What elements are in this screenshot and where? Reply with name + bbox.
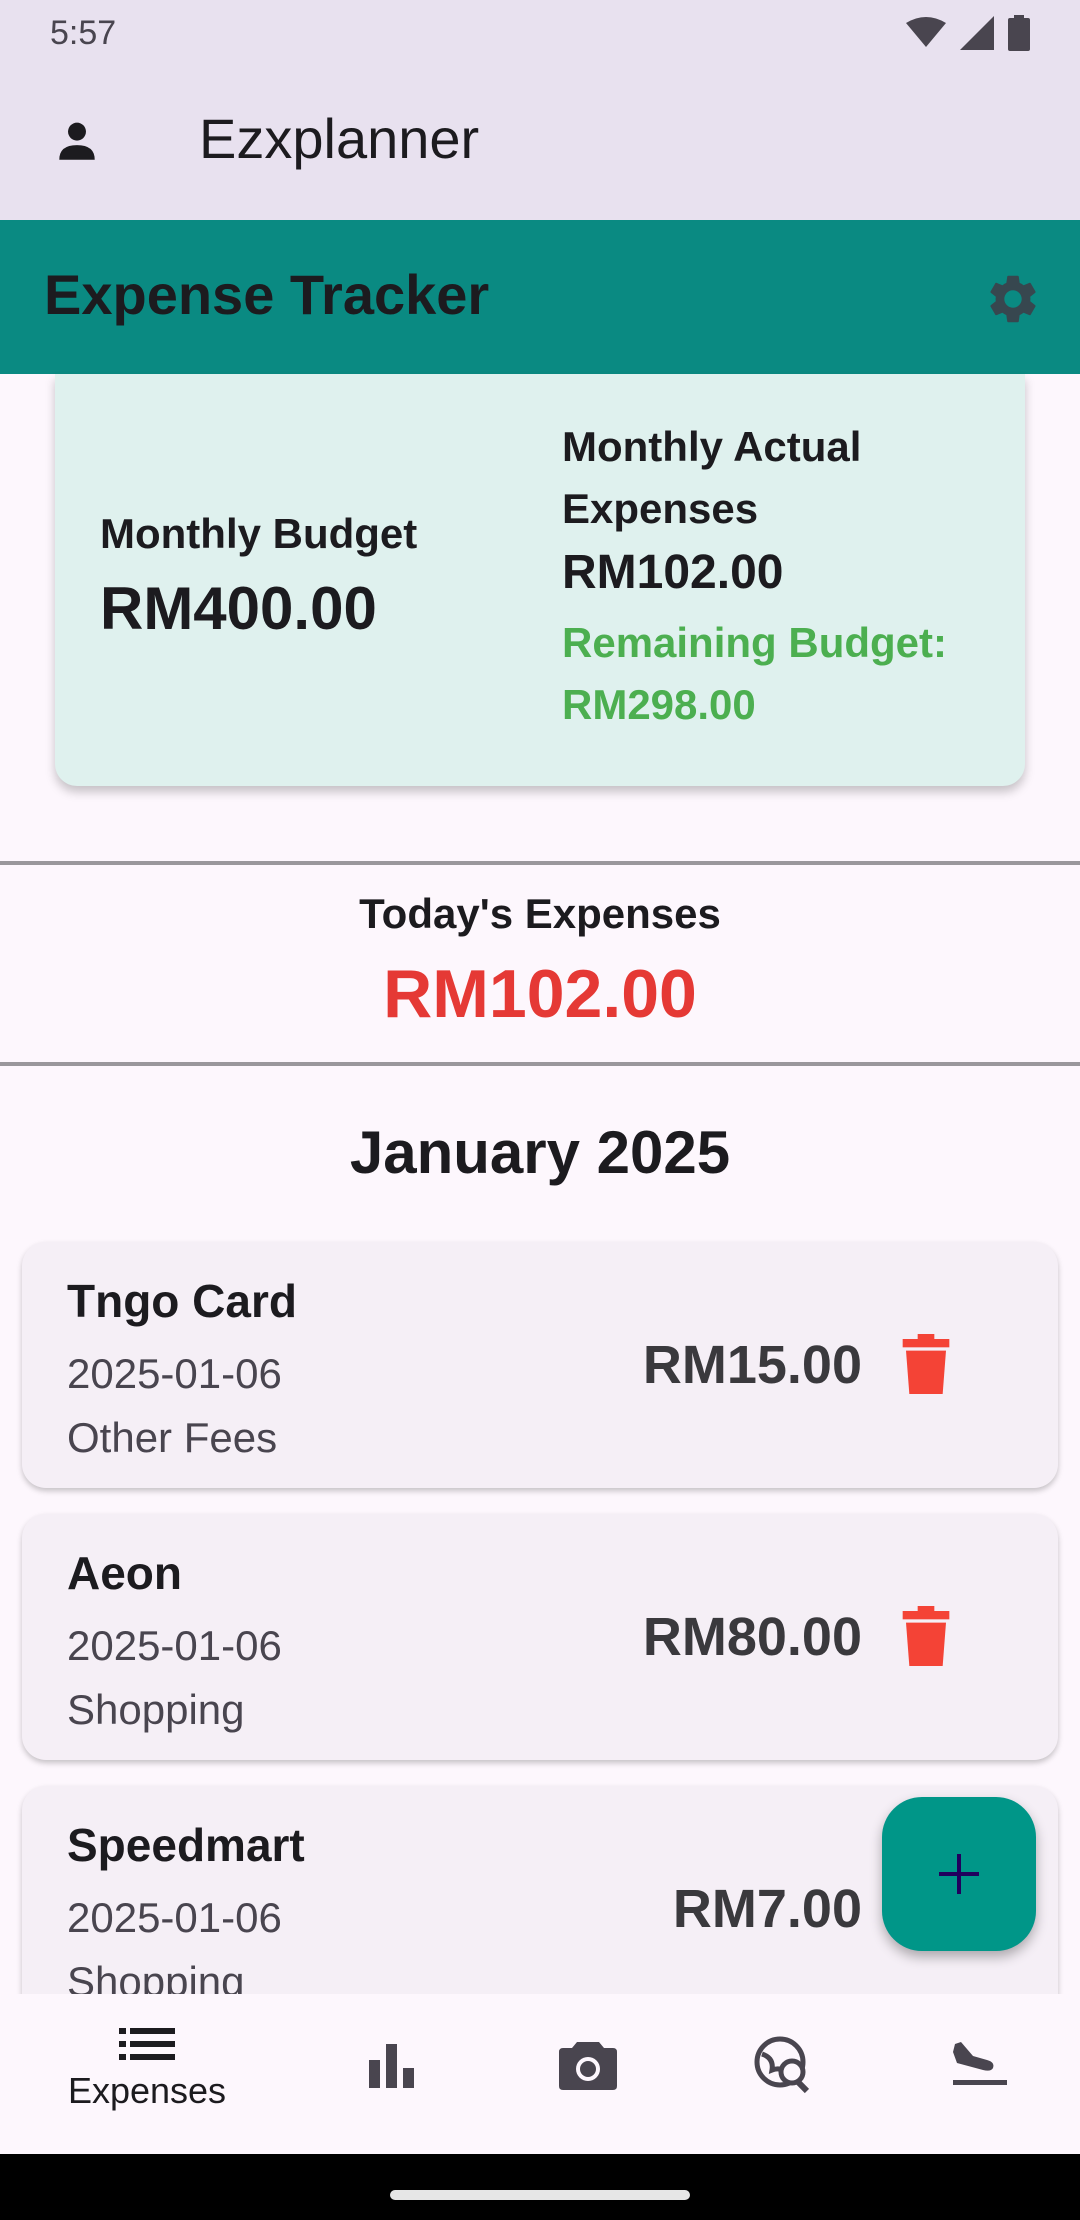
expense-amount: RM80.00 xyxy=(642,1607,862,1667)
month-heading: January 2025 xyxy=(349,1119,731,1186)
flight-land-icon xyxy=(953,2042,1007,2085)
divider xyxy=(0,861,1080,865)
monthly-budget-label: Monthly Budget xyxy=(100,510,418,557)
expense-date: 2025-01-06 xyxy=(67,1350,282,1397)
monthly-budget-value: RM400.00 xyxy=(100,575,377,642)
status-icons xyxy=(906,15,1030,51)
expense-amount: RM7.00 xyxy=(672,1879,862,1939)
nav-item-explore[interactable] xyxy=(724,1994,844,2154)
battery-icon xyxy=(1008,15,1030,51)
monthly-budget-section: Monthly Budget RM400.00 xyxy=(100,510,417,643)
nav-item-flights[interactable] xyxy=(920,1994,1040,2154)
monthly-actual-label-line1: Monthly Actual xyxy=(562,423,862,470)
nav-item-expenses[interactable]: Expenses xyxy=(27,1994,267,2154)
bottom-navigation: Expenses xyxy=(0,1994,1080,2154)
delete-icon[interactable] xyxy=(900,1606,952,1666)
bar-chart-icon xyxy=(369,2044,414,2088)
todays-expenses-value: RM102.00 xyxy=(383,956,697,1032)
expense-card[interactable]: Aeon 2025-01-06 Shopping RM80.00 xyxy=(22,1514,1058,1760)
remaining-budget-label: Remaining Budget: xyxy=(562,619,947,666)
expense-date: 2025-01-06 xyxy=(67,1622,282,1669)
add-expense-button[interactable] xyxy=(882,1797,1036,1951)
expense-category: Shopping xyxy=(67,1958,245,1994)
page-header: Expense Tracker xyxy=(0,220,1080,374)
system-gesture-bar xyxy=(0,2154,1080,2220)
status-bar: 5:57 xyxy=(0,0,1080,66)
gear-icon[interactable] xyxy=(984,270,1042,328)
delete-icon[interactable] xyxy=(900,1334,952,1394)
expense-category: Other Fees xyxy=(67,1414,278,1461)
person-icon[interactable] xyxy=(52,116,102,166)
wifi-icon xyxy=(906,17,946,47)
budget-summary-card: Monthly Budget RM400.00 Monthly Actual E… xyxy=(55,374,1025,786)
expense-title: Aeon xyxy=(67,1547,182,1599)
expense-category: Shopping xyxy=(67,1686,245,1733)
expense-title: Speedmart xyxy=(67,1819,305,1871)
status-time: 5:57 xyxy=(50,13,117,52)
camera-icon xyxy=(559,2042,617,2090)
divider xyxy=(0,1062,1080,1066)
home-indicator[interactable] xyxy=(390,2190,690,2200)
monthly-actual-label-line2: Expenses xyxy=(562,485,759,532)
plus-icon xyxy=(939,1854,979,1894)
app-bar: Ezxplanner xyxy=(0,66,1080,220)
monthly-actual-section: Monthly Actual Expenses RM102.00 Remaini… xyxy=(562,416,982,736)
monthly-actual-value: RM102.00 xyxy=(562,546,784,599)
expense-title: Tngo Card xyxy=(67,1275,297,1327)
app-title: Ezxplanner xyxy=(199,107,480,170)
expense-amount: RM15.00 xyxy=(642,1335,862,1395)
nav-item-statistics[interactable] xyxy=(332,1994,452,2154)
todays-expenses-label: Today's Expenses xyxy=(359,890,721,937)
travel-explore-icon xyxy=(754,2036,810,2094)
expense-card[interactable]: Tngo Card 2025-01-06 Other Fees RM15.00 xyxy=(22,1242,1058,1488)
signal-icon xyxy=(960,16,994,50)
list-icon xyxy=(119,2028,175,2060)
expense-date: 2025-01-06 xyxy=(67,1894,282,1941)
remaining-budget-value: RM298.00 xyxy=(562,681,756,728)
nav-item-camera[interactable] xyxy=(528,1994,648,2154)
nav-label-expenses: Expenses xyxy=(67,2070,227,2111)
page-title: Expense Tracker xyxy=(44,263,490,326)
